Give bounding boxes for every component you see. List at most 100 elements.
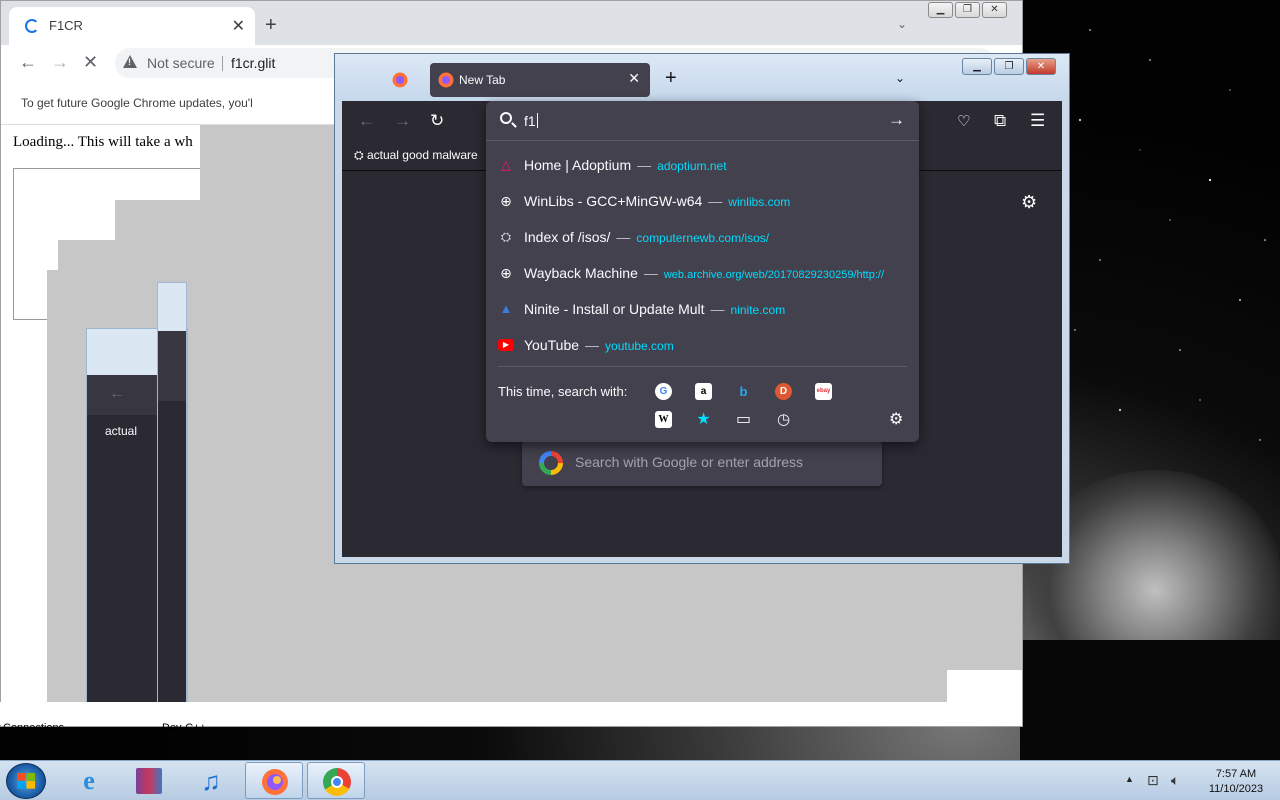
- firefox-icon: [262, 769, 288, 795]
- taskbar-internet-explorer[interactable]: e: [60, 762, 118, 799]
- restore-button[interactable]: ❐: [955, 2, 980, 18]
- restore-button[interactable]: ❐: [994, 58, 1024, 75]
- chrome-tab[interactable]: F1CR ✕: [9, 7, 255, 45]
- bing-engine-icon[interactable]: b: [735, 383, 752, 400]
- firefox-tab[interactable]: New Tab ✕: [430, 63, 650, 97]
- address-separator: [222, 56, 223, 71]
- urlbar-input-row[interactable]: f1 →: [486, 101, 919, 141]
- urlbar-dropdown: f1 → △ Home | Adoptium — adoptium.net ⊕ Wi…: [486, 101, 919, 442]
- suggestion-row[interactable]: ▲ Ninite - Install or Update Mult — ninite…: [486, 291, 919, 327]
- tab-search-chevron-icon[interactable]: ⌄: [897, 17, 907, 31]
- firefox-view-icon[interactable]: [392, 72, 408, 88]
- chrome-icon: [323, 768, 351, 796]
- tabs-engine-icon[interactable]: ▭: [735, 411, 752, 428]
- ghost-toolbar: [158, 331, 186, 401]
- minimize-button[interactable]: ▁: [962, 58, 992, 75]
- search-placeholder: Search with Google or enter address: [575, 454, 804, 470]
- close-window-button[interactable]: ✕: [982, 2, 1007, 18]
- itunes-icon: ♫: [201, 766, 221, 796]
- youtube-icon: ▶: [498, 339, 514, 351]
- suggestion-row[interactable]: △ Home | Adoptium — adoptium.net: [486, 147, 919, 183]
- new-tab-button[interactable]: +: [265, 15, 277, 35]
- suggestion-url: winlibs.com: [728, 195, 791, 209]
- suggestion-title: Home | Adoptium: [524, 157, 632, 173]
- pocket-icon[interactable]: ♡: [957, 112, 970, 130]
- desktop-label-devcpp: Dev-C++: [162, 722, 207, 734]
- address-url[interactable]: f1cr.glit: [231, 55, 275, 71]
- ghost-bookmark: actual: [105, 424, 138, 438]
- suggestion-dash: —: [643, 265, 658, 281]
- ebay-engine-icon[interactable]: ebay: [815, 383, 832, 400]
- taskbar-winrar[interactable]: [121, 762, 179, 799]
- show-hidden-icons-icon[interactable]: ▲: [1125, 774, 1134, 784]
- taskbar-firefox[interactable]: [245, 762, 303, 799]
- suggestion-row[interactable]: ▶ YouTube — youtube.com: [486, 327, 919, 363]
- windows-logo-icon: [17, 773, 35, 789]
- suggestion-title: YouTube: [524, 337, 580, 353]
- suggestion-title: WinLibs - GCC+MinGW-w64: [524, 193, 703, 209]
- suggestion-url: computernewb.com/isos/: [636, 231, 770, 245]
- suggestion-title: Wayback Machine: [524, 265, 638, 281]
- redraw-artifact: [947, 670, 1022, 722]
- extensions-icon[interactable]: ⧉: [994, 111, 1006, 131]
- not-secure-label[interactable]: Not secure: [147, 55, 215, 71]
- firefox-tab-title: New Tab: [459, 73, 506, 87]
- back-arrow-icon[interactable]: ←: [19, 52, 37, 73]
- close-window-button[interactable]: ✕: [1026, 58, 1056, 75]
- reload-icon[interactable]: ↻: [430, 111, 444, 131]
- urlbar-input[interactable]: f1: [524, 113, 538, 129]
- start-button[interactable]: [6, 763, 46, 799]
- close-tab-icon[interactable]: ✕: [628, 70, 640, 87]
- history-engine-icon[interactable]: ◷: [775, 411, 792, 428]
- suggestion-row[interactable]: ⊕ Wayback Machine — web.archive.org/web/20…: [486, 255, 919, 291]
- close-tab-icon[interactable]: ✕: [232, 16, 245, 36]
- globe-icon: ⊕: [500, 265, 512, 281]
- amazon-engine-icon[interactable]: a: [695, 383, 712, 400]
- ghost-titlebar: [158, 283, 186, 331]
- search-with-label: This time, search with:: [498, 384, 628, 399]
- ghost-firefox-window: [157, 282, 187, 723]
- forward-arrow-icon[interactable]: →: [51, 52, 69, 73]
- redraw-artifact: [200, 125, 336, 200]
- network-icon[interactable]: ⊡: [1147, 772, 1159, 789]
- go-arrow-icon[interactable]: →: [888, 110, 905, 130]
- forward-arrow-icon[interactable]: →: [394, 111, 411, 131]
- stop-icon[interactable]: ✕: [83, 52, 98, 73]
- menu-icon[interactable]: ☰: [1030, 111, 1045, 131]
- bookmark-item[interactable]: ⛭ actual good malware: [354, 148, 478, 163]
- clock-time: 7:57 AM: [1215, 768, 1257, 780]
- search-settings-gear-icon[interactable]: ⚙: [889, 409, 903, 429]
- suggestion-title: Index of /isos/: [524, 229, 611, 245]
- new-tab-button[interactable]: +: [665, 68, 677, 88]
- suggestion-row[interactable]: ⊕ WinLibs - GCC+MinGW-w64 — winlibs.com: [486, 183, 919, 219]
- google-icon: [539, 451, 563, 475]
- suggestion-row[interactable]: ⛭ Index of /isos/ — computernewb.com/isos/: [486, 219, 919, 255]
- desktop-label-connections: Connections: [3, 722, 65, 734]
- internet-explorer-icon: e: [83, 766, 95, 795]
- customize-gear-icon[interactable]: ⚙: [1021, 192, 1037, 213]
- suggestion-dash: —: [637, 157, 652, 173]
- new-tab-search-box[interactable]: Search with Google or enter address: [522, 441, 882, 486]
- suggestion-dash: —: [585, 337, 600, 353]
- warning-icon[interactable]: [123, 55, 137, 68]
- minimize-button[interactable]: ▁: [928, 2, 953, 18]
- winrar-icon: [136, 768, 162, 794]
- duckduckgo-engine-icon[interactable]: D: [775, 383, 792, 400]
- system-clock[interactable]: 7:57 AM 11/10/2023: [1196, 767, 1276, 797]
- taskbar: e ♫ ▲ ⊡ 🔈︎ 7:57 AM 11/10/2023: [0, 760, 1280, 800]
- back-arrow-icon[interactable]: ←: [358, 111, 375, 131]
- google-engine-icon[interactable]: G: [655, 383, 672, 400]
- adoptium-icon: △: [501, 157, 511, 172]
- list-all-tabs-chevron-icon[interactable]: ⌄: [895, 71, 905, 85]
- computernewb-icon: ⛭: [354, 148, 364, 162]
- volume-muted-icon[interactable]: 🔈︎: [1171, 772, 1179, 789]
- chrome-tab-title: F1CR: [49, 18, 83, 33]
- bookmarks-engine-icon[interactable]: ★: [695, 411, 712, 428]
- taskbar-chrome[interactable]: [307, 762, 365, 799]
- redraw-artifact: [115, 200, 336, 240]
- taskbar-itunes[interactable]: ♫: [182, 762, 240, 799]
- back-arrow-icon: ←: [109, 385, 125, 402]
- suggestion-dash: —: [710, 301, 725, 317]
- suggestion-url: web.archive.org/web/20170829230259/http:…: [663, 269, 885, 281]
- wikipedia-engine-icon[interactable]: W: [655, 411, 672, 428]
